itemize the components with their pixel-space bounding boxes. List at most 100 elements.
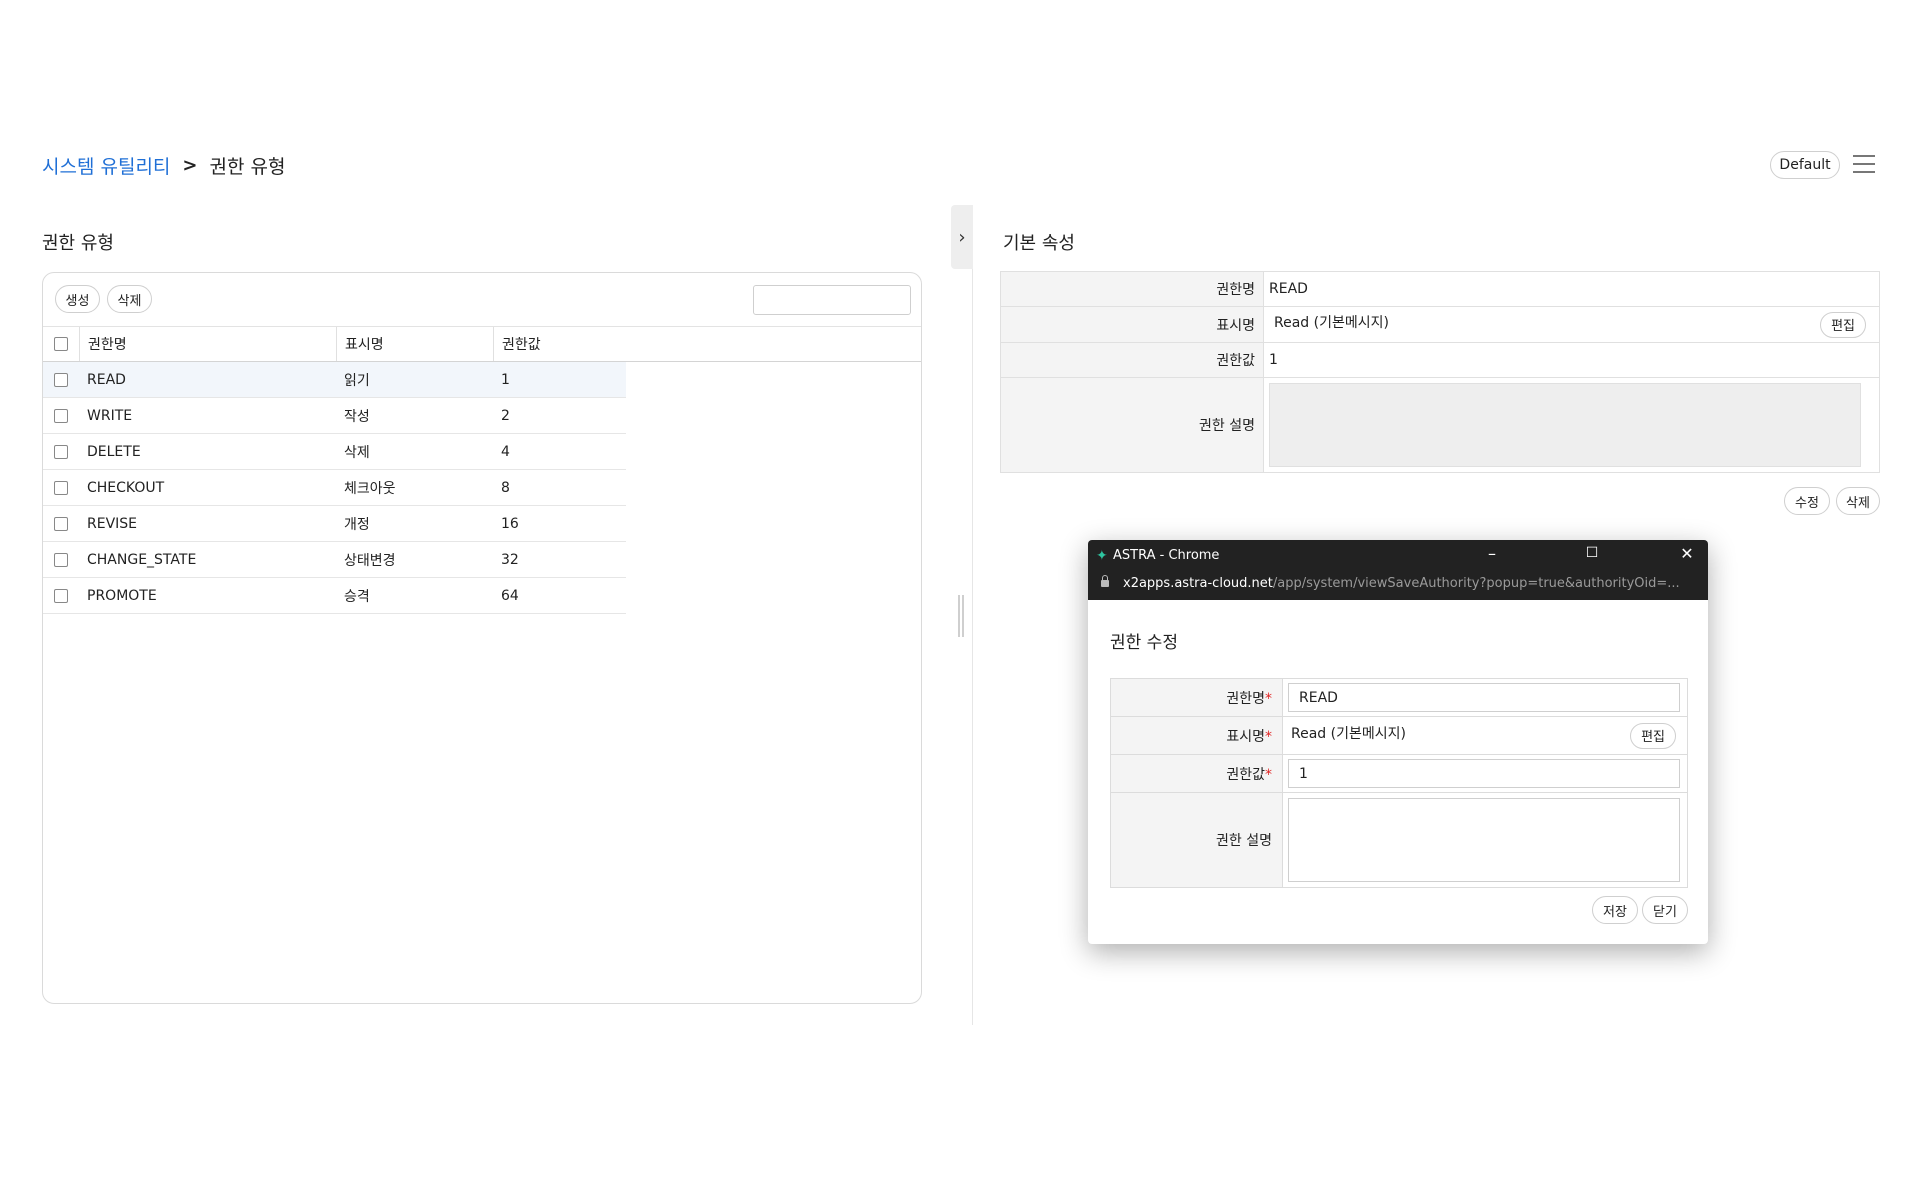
row-authority-value: 32: [501, 551, 519, 568]
row-display-name: 작성: [344, 408, 370, 425]
column-header-display[interactable]: 표시명: [336, 327, 493, 361]
authority-description-textarea[interactable]: [1288, 798, 1680, 882]
breadcrumb-current: 권한 유형: [209, 156, 286, 178]
column-header-name[interactable]: 권한명: [79, 327, 336, 361]
popup-heading: 권한 수정: [1110, 633, 1178, 653]
splitter-drag-handle[interactable]: [958, 595, 964, 637]
hamburger-menu-icon[interactable]: [1853, 155, 1875, 175]
column-header-value[interactable]: 권한값: [493, 327, 626, 361]
left-section-title: 권한 유형: [42, 233, 114, 254]
row-checkbox[interactable]: [54, 444, 68, 459]
authority-value-input[interactable]: 1: [1288, 759, 1680, 788]
detail-value-value: 1: [1263, 342, 1880, 378]
row-display-name: 승격: [344, 588, 370, 605]
table-row[interactable]: DELETE 삭제 4: [43, 434, 626, 470]
form-label-description: 권한 설명: [1110, 792, 1283, 888]
row-display-name: 상태변경: [344, 552, 396, 569]
astra-logo-icon: ✦: [1096, 548, 1108, 564]
search-input[interactable]: [753, 285, 911, 315]
row-authority-name: REVISE: [87, 515, 138, 532]
breadcrumb-root-link[interactable]: 시스템 유틸리티: [42, 152, 170, 179]
row-authority-value: 4: [501, 443, 510, 460]
url-host: x2apps.astra-cloud.net: [1123, 576, 1273, 591]
popup-window-title: ASTRA - Chrome: [1113, 548, 1220, 563]
table-row[interactable]: CHANGE_STATE 상태변경 32: [43, 542, 626, 578]
detail-label-name: 권한명: [1000, 271, 1264, 307]
close-button[interactable]: 닫기: [1642, 896, 1688, 924]
detail-description-cell: [1263, 377, 1880, 473]
form-label-value: 권한값: [1226, 766, 1265, 783]
breadcrumb: 시스템 유틸리티 > 권한 유형: [42, 152, 285, 179]
form-display-value: Read (기본메시지): [1291, 725, 1406, 742]
minimize-icon[interactable]: –: [1480, 544, 1504, 563]
row-display-name: 개정: [344, 516, 370, 533]
maximize-icon[interactable]: ☐: [1580, 545, 1604, 561]
delete-button-detail[interactable]: 삭제: [1836, 487, 1880, 515]
form-display-cell: Read (기본메시지) 편집: [1282, 716, 1688, 755]
select-all-checkbox[interactable]: [54, 337, 68, 351]
row-checkbox[interactable]: [54, 552, 68, 567]
row-authority-value: 64: [501, 587, 519, 604]
detail-label-value: 권한값: [1000, 342, 1264, 378]
breadcrumb-separator: >: [182, 155, 198, 176]
detail-value-display: Read (기본메시지): [1274, 314, 1389, 331]
table-row[interactable]: CHECKOUT 체크아웃 8: [43, 470, 626, 506]
table-row[interactable]: REVISE 개정 16: [43, 506, 626, 542]
save-button[interactable]: 저장: [1592, 896, 1638, 924]
row-display-name: 삭제: [344, 444, 370, 461]
popup-url-bar[interactable]: x2apps.astra-cloud.net/app/system/viewSa…: [1123, 576, 1680, 591]
form-label-name: 권한명: [1226, 690, 1265, 707]
required-mark: *: [1265, 766, 1272, 783]
form-label-name-cell: 권한명*: [1110, 678, 1283, 717]
form-label-display-cell: 표시명*: [1110, 716, 1283, 755]
detail-description-box: [1269, 383, 1861, 467]
required-mark: *: [1265, 690, 1272, 707]
form-label-display: 표시명: [1226, 728, 1265, 745]
row-display-name: 체크아웃: [344, 480, 396, 497]
popup-titlebar[interactable]: ✦ ASTRA - Chrome – ☐ ✕ x2apps.astra-clou…: [1088, 540, 1708, 600]
row-checkbox[interactable]: [54, 372, 68, 387]
row-checkbox[interactable]: [54, 480, 68, 495]
detail-value-name: READ: [1263, 271, 1880, 307]
edit-authority-popup-window: ✦ ASTRA - Chrome – ☐ ✕ x2apps.astra-clou…: [1088, 540, 1708, 944]
table-row[interactable]: READ 읽기 1: [43, 362, 626, 398]
grid-body: READ 읽기 1 WRITE 작성 2 DELETE 삭제 4 CHECKOUT 체크아웃 8 REV…: [43, 362, 921, 614]
grid-header: 권한명 표시명 권한값: [43, 326, 921, 362]
row-checkbox[interactable]: [54, 516, 68, 531]
row-authority-name: DELETE: [87, 443, 141, 460]
row-authority-value: 8: [501, 479, 510, 496]
authority-grid: 권한명 표시명 권한값 READ 읽기 1 WRITE 작성 2 DELETE 삭제 4 CHEC…: [43, 326, 921, 614]
row-checkbox[interactable]: [54, 588, 68, 603]
row-authority-name: CHANGE_STATE: [87, 551, 197, 568]
create-button[interactable]: 생성: [55, 285, 100, 313]
table-row[interactable]: PROMOTE 승격 64: [43, 578, 626, 614]
url-path: /app/system/viewSaveAuthority?popup=true…: [1272, 576, 1680, 591]
panel-divider: [972, 205, 973, 1025]
detail-edit-button[interactable]: 편집: [1820, 311, 1866, 338]
detail-properties-table: 권한명 READ 표시명 Read (기본메시지) 편집 권한값 1 권한 설명: [1000, 271, 1880, 473]
row-authority-name: CHECKOUT: [87, 479, 165, 496]
row-display-name: 읽기: [344, 372, 370, 389]
authority-name-input[interactable]: READ: [1288, 683, 1680, 712]
chevron-right-icon[interactable]: ›: [951, 205, 973, 269]
row-authority-value: 16: [501, 515, 519, 532]
close-icon[interactable]: ✕: [1675, 544, 1699, 563]
profile-default-button[interactable]: Default: [1770, 151, 1840, 179]
form-description-cell: [1282, 792, 1688, 888]
row-authority-value: 2: [501, 407, 510, 424]
row-authority-name: READ: [87, 371, 126, 388]
required-mark: *: [1265, 728, 1272, 745]
delete-button[interactable]: 삭제: [107, 285, 152, 313]
detail-label-display: 표시명: [1000, 306, 1264, 343]
row-authority-name: PROMOTE: [87, 587, 157, 604]
popup-edit-button[interactable]: 편집: [1630, 722, 1676, 749]
modify-button[interactable]: 수정: [1784, 487, 1830, 515]
row-authority-value: 1: [501, 371, 510, 388]
right-section-title: 기본 속성: [1003, 233, 1075, 254]
detail-label-description: 권한 설명: [1000, 377, 1264, 473]
row-checkbox[interactable]: [54, 408, 68, 423]
row-authority-name: WRITE: [87, 407, 133, 424]
form-name-cell: READ: [1282, 678, 1688, 717]
table-row[interactable]: WRITE 작성 2: [43, 398, 626, 434]
lock-icon: [1101, 575, 1109, 587]
